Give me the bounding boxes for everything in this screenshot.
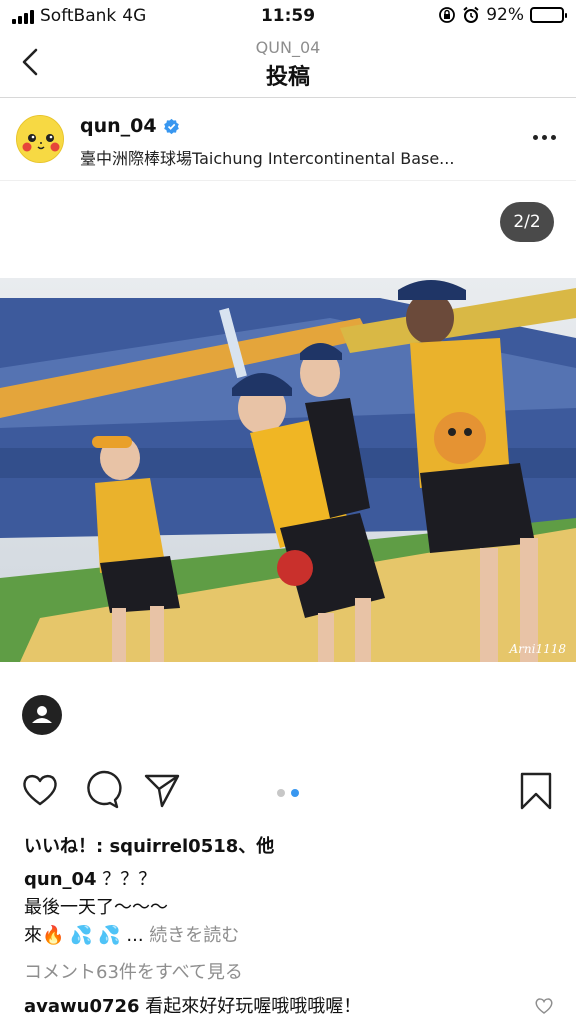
caption-text-3: 來🔥 💦 💦 ... [24,925,144,946]
comment-text: 看起來好好玩喔哦哦哦喔！ [139,996,362,1017]
photo-watermark: Arni1118 [509,642,566,656]
likes-user[interactable]: squirrel0518 [109,836,238,857]
caption-line-1: qun_04 ？？？ [24,866,544,894]
comment-username[interactable]: avawu0726 [24,996,140,1017]
send-icon[interactable] [142,770,182,810]
post-author[interactable]: qun_04 [80,115,180,137]
status-bar: SoftBank 4G 11:59 92% [0,0,576,34]
comment-icon[interactable] [82,770,122,810]
carousel-counter: 2/2 [500,202,554,242]
bookmark-icon[interactable] [516,770,556,810]
post-photo[interactable]: Arni1118 [0,278,576,662]
verified-badge-icon [163,118,179,134]
username[interactable]: qun_04 [80,115,157,137]
alarm-icon [463,6,479,23]
more-options-icon[interactable] [533,135,556,140]
action-bar [0,770,576,818]
likes-suffix: 、他 [238,836,275,857]
header-subtitle: QUN_04 [255,38,321,57]
heart-icon[interactable] [20,770,60,810]
post-header: qun_04 臺中洲際棒球場Taichung Intercontinental … [0,99,576,181]
caption-username[interactable]: qun_04 [24,869,97,890]
view-all-comments-link[interactable]: コメント63件をすべて見る [24,958,243,984]
user-tag-icon [32,706,52,723]
tagged-people-button[interactable] [22,695,62,735]
carousel-dot [277,789,285,797]
comment-like-heart-icon[interactable] [534,996,554,1016]
status-right: 92% [438,5,567,25]
read-more-link[interactable]: 続きを読む [144,925,239,946]
caption-text-1: ？？？ [96,869,157,890]
battery-percent: 92% [486,5,524,25]
likes-summary[interactable]: いいね！: squirrel0518、他 [24,832,274,858]
nav-header: QUN_04 投稿 [0,34,576,98]
post-caption: qun_04 ？？？ 最後一天了〜〜〜 來🔥 💦 💦 ... 続きを読む [24,866,544,950]
pikachu-avatar-icon [17,116,63,162]
battery-icon [530,7,567,23]
caption-line-3: 來🔥 💦 💦 ... 続きを読む [24,922,544,950]
post-location[interactable]: 臺中洲際棒球場Taichung Intercontinental Base... [80,145,500,169]
orientation-lock-icon [439,7,456,23]
caption-text-2: 最後一天了〜〜〜 [24,897,168,918]
carousel-dot-active [291,789,299,797]
avatar[interactable] [16,115,64,163]
comment-item: avawu0726 看起來好好玩喔哦哦哦喔！ [24,992,361,1018]
page-title: 投稿 [265,65,310,90]
likes-prefix: いいね！: [24,836,110,857]
carousel-indicator [277,789,299,797]
people-photo-icon [0,278,576,662]
